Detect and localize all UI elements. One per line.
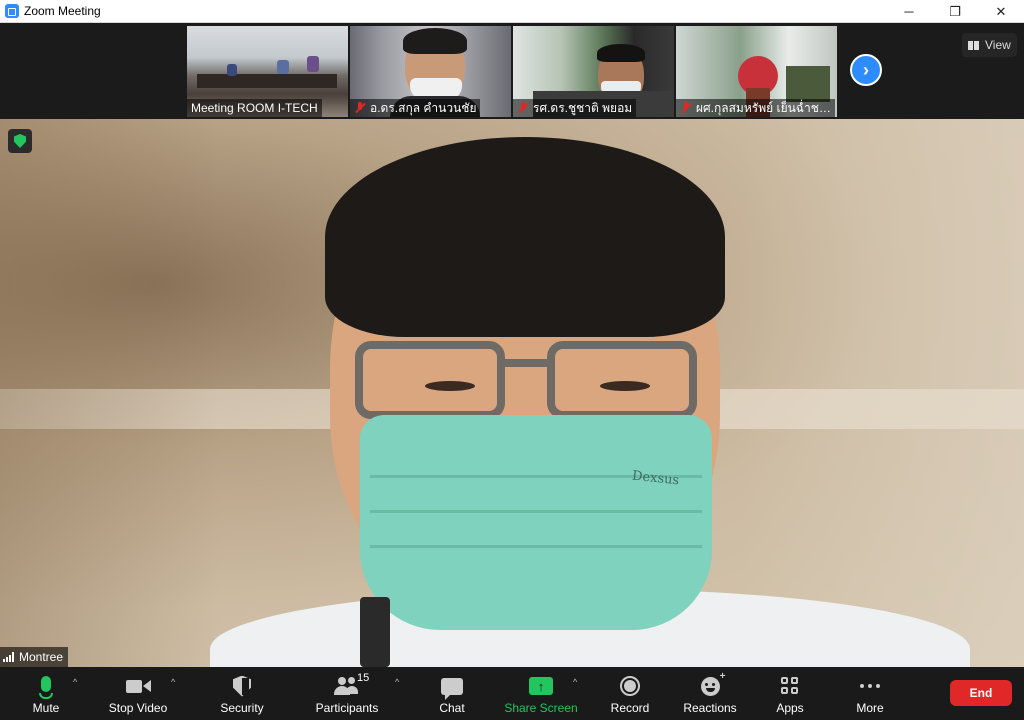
video-options-chevron-icon[interactable]: ^ <box>171 677 175 687</box>
mute-label: Mute <box>32 701 60 715</box>
active-speaker-video: Dexsus Montree <box>0 119 1024 667</box>
apps-label: Apps <box>776 701 804 715</box>
mic-muted-icon <box>354 102 366 114</box>
chat-bubble-icon <box>441 673 463 700</box>
window-titlebar: Zoom Meeting ─ ❐ ✕ <box>0 0 1024 23</box>
speaker-hair <box>325 137 725 337</box>
record-label: Record <box>610 701 650 715</box>
video-camera-icon <box>125 673 151 699</box>
window-controls: ─ ❐ ✕ <box>886 0 1024 23</box>
participant-name-tag: Montree <box>0 647 69 667</box>
stop-video-button[interactable]: Stop Video <box>106 673 170 715</box>
close-button[interactable]: ✕ <box>978 0 1024 23</box>
security-label: Security <box>220 701 264 715</box>
security-button[interactable]: Security <box>218 673 266 715</box>
apps-button[interactable]: Apps <box>774 673 806 715</box>
share-screen-icon: ↑ <box>529 673 553 699</box>
participant-thumbnail[interactable]: ผศ.กุลสมหรัพย์ เย็นฉ่ำช… <box>676 26 837 117</box>
audio-options-chevron-icon[interactable]: ^ <box>73 677 77 687</box>
chevron-right-icon: › <box>863 59 869 80</box>
zoom-app-icon <box>5 4 19 18</box>
thumbnail-label: ผศ.กุลสมหรัพย์ เย็นฉ่ำช… <box>676 99 835 117</box>
participant-thumbnail-strip: Meeting ROOM I-TECH อ.ดร.สกุล คำนวนชัย ร… <box>0 23 1024 119</box>
participants-options-chevron-icon[interactable]: ^ <box>395 677 399 687</box>
share-screen-button[interactable]: ↑ Share Screen <box>504 673 578 715</box>
more-dots-icon <box>860 673 880 699</box>
thumbnail-label: รศ.ดร.ชูชาติ พยอม <box>513 99 637 117</box>
thumbnail-label: อ.ดร.สกุล คำนวนชัย <box>350 99 481 117</box>
mask-text: Dexsus <box>631 468 680 489</box>
face-mask: Dexsus <box>360 415 712 630</box>
participant-thumbnail[interactable]: อ.ดร.สกุล คำนวนชัย <box>350 26 511 117</box>
participant-thumbnail[interactable]: Meeting ROOM I-TECH <box>187 26 348 117</box>
shield-icon <box>233 673 251 699</box>
chat-label: Chat <box>439 701 465 715</box>
speaker-glasses <box>355 341 705 421</box>
mic-muted-icon <box>517 102 529 114</box>
next-page-button[interactable]: › <box>850 54 882 86</box>
gallery-view-icon <box>968 40 979 50</box>
chat-button[interactable]: Chat <box>436 673 468 715</box>
thumbnail-label: Meeting ROOM I-TECH <box>187 99 322 117</box>
more-button[interactable]: More <box>854 673 886 715</box>
end-meeting-button[interactable]: End <box>950 680 1012 706</box>
minimize-button[interactable]: ─ <box>886 0 932 23</box>
mic-muted-icon <box>680 102 692 114</box>
reactions-button[interactable]: + Reactions <box>683 671 737 716</box>
view-label: View <box>985 38 1011 52</box>
mute-button[interactable]: Mute <box>30 673 62 715</box>
maximize-button[interactable]: ❐ <box>932 0 978 23</box>
meeting-controls-toolbar: Mute ^ Stop Video ^ Security 15 Particip… <box>0 667 1024 720</box>
participants-icon: 15 <box>334 672 369 699</box>
microphone-icon <box>39 673 53 699</box>
more-label: More <box>856 701 884 715</box>
smiley-icon: + <box>700 671 726 699</box>
stop-video-label: Stop Video <box>108 701 168 715</box>
connection-signal-icon <box>3 652 14 662</box>
apps-grid-icon <box>781 673 799 699</box>
reactions-label: Reactions <box>683 701 737 715</box>
view-button[interactable]: View <box>962 33 1017 57</box>
record-icon <box>620 673 640 699</box>
encryption-shield-icon[interactable] <box>8 129 32 153</box>
participant-name: Montree <box>19 650 64 664</box>
share-options-chevron-icon[interactable]: ^ <box>573 677 577 687</box>
window-title: Zoom Meeting <box>24 4 101 18</box>
participants-label: Participants <box>315 701 379 715</box>
participant-thumbnail[interactable]: รศ.ดร.ชูชาติ พยอม <box>513 26 674 117</box>
participants-button[interactable]: 15 Participants <box>314 672 380 715</box>
share-screen-label: Share Screen <box>504 701 578 715</box>
record-button[interactable]: Record <box>610 673 650 715</box>
participants-count: 15 <box>357 672 370 684</box>
